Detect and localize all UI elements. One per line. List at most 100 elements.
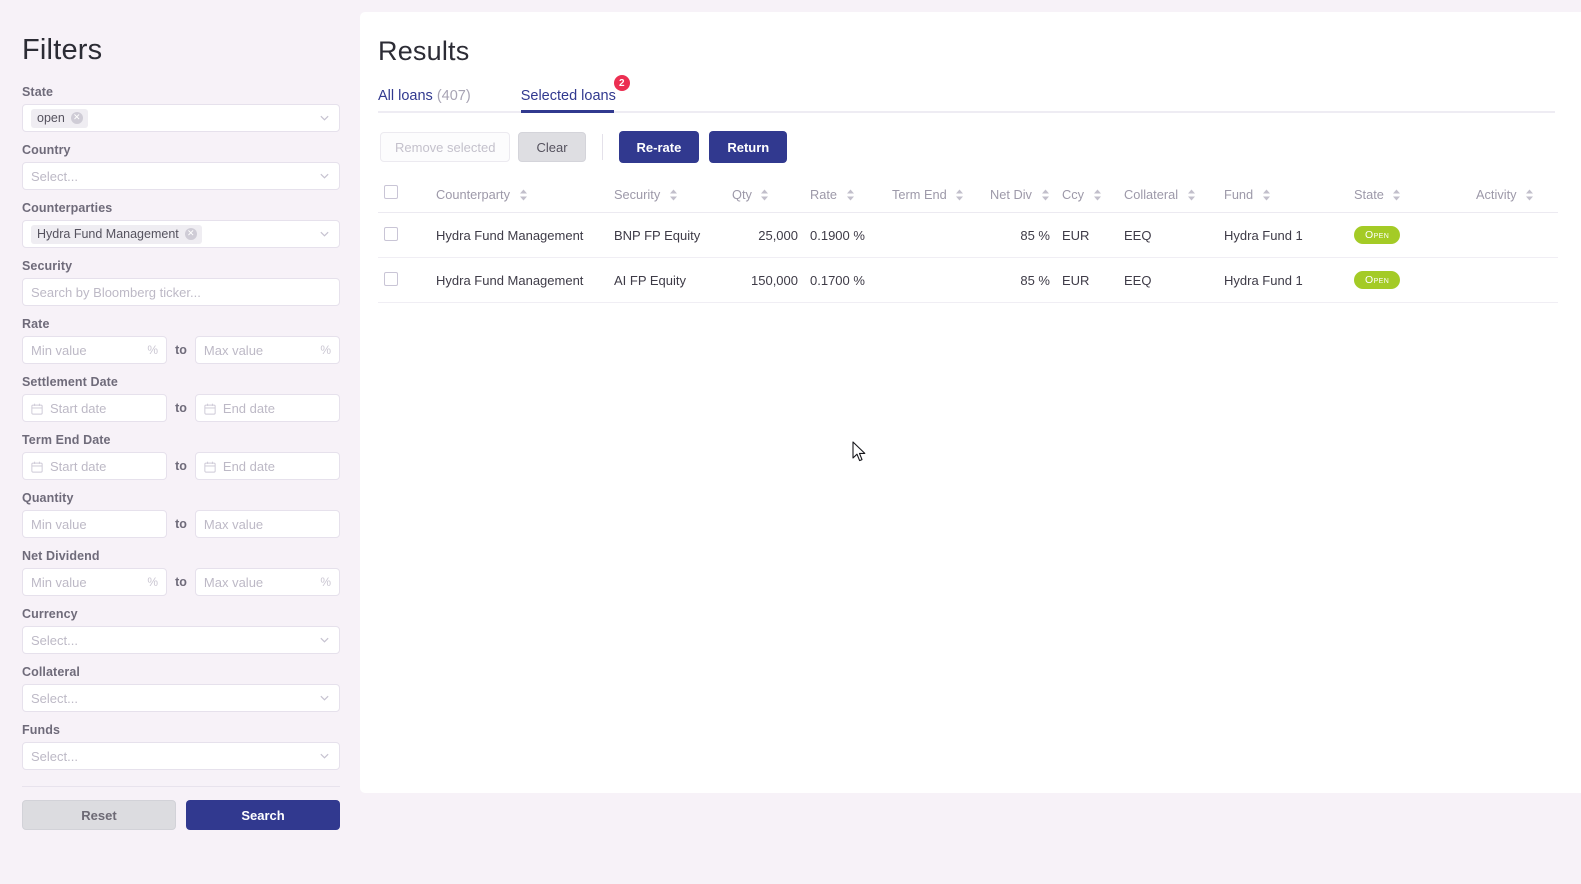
percent-suffix: % — [147, 343, 159, 357]
quantity-max-input[interactable]: Max value — [194, 510, 340, 538]
filter-field-term-end-date: Term End Date Start date to End date — [22, 433, 340, 480]
col-collateral-label: Collateral — [1124, 187, 1179, 202]
cell-net-div: 85 % — [984, 257, 1056, 303]
remove-chip-icon[interactable]: ✕ — [70, 112, 83, 124]
cell-ccy: EUR — [1056, 257, 1118, 303]
field-label-rate: Rate — [22, 317, 50, 331]
range-to-label: to — [175, 575, 187, 589]
counterparty-chip-label: Hydra Fund Management — [37, 227, 179, 241]
cell-term-end — [886, 212, 984, 258]
settlement-end-date-input[interactable]: End date — [194, 394, 340, 422]
quantity-min-input[interactable]: Min value — [22, 510, 168, 538]
cell-fund: Hydra Fund 1 — [1218, 212, 1348, 258]
re-rate-button[interactable]: Re-rate — [618, 131, 700, 163]
col-select-all — [378, 179, 430, 213]
calendar-icon — [204, 402, 216, 415]
table-header-row: Counterparty Security Qty Rate Term End … — [378, 179, 1558, 213]
results-action-bar: Remove selected Clear Re-rate Return — [380, 131, 1555, 163]
tab-all-loans-count: (407) — [436, 88, 471, 104]
results-tabs: All loans (407) Selected loans 2 — [378, 75, 1555, 113]
term-end-end-placeholder: End date — [222, 458, 275, 474]
security-input-wrap[interactable]: Search by Bloomberg ticker... — [22, 278, 340, 306]
tab-all-loans[interactable]: All loans (407) — [378, 88, 479, 111]
application-window: Filters State open ✕ Country Select... C… — [0, 0, 1581, 884]
cell-qty: 25,000 — [726, 212, 804, 258]
tab-selected-loans[interactable]: Selected loans 2 — [520, 75, 630, 113]
calendar-icon — [204, 460, 216, 473]
sort-icon — [760, 189, 769, 201]
col-term-end[interactable]: Term End — [886, 179, 984, 213]
table-header: Counterparty Security Qty Rate Term End … — [378, 179, 1558, 213]
cell-activity — [1470, 257, 1558, 303]
counterparty-chip-hydra[interactable]: Hydra Fund Management ✕ — [31, 224, 202, 244]
country-select[interactable]: Select... — [22, 162, 340, 190]
funds-select[interactable]: Select... — [22, 742, 340, 770]
field-label-security: Security — [22, 259, 73, 273]
currency-select[interactable]: Select... — [22, 626, 340, 654]
filter-field-quantity: Quantity Min value to Max value — [22, 491, 340, 538]
field-label-term-end-date: Term End Date — [22, 433, 111, 447]
field-label-funds: Funds — [22, 723, 60, 737]
col-ccy[interactable]: Ccy — [1056, 179, 1118, 213]
collateral-select[interactable]: Select... — [22, 684, 340, 712]
rate-max-input[interactable]: Max value % — [194, 336, 340, 364]
return-button[interactable]: Return — [709, 131, 788, 163]
cell-term-end — [886, 257, 984, 303]
state-select[interactable]: open ✕ — [22, 104, 340, 132]
net-dividend-max-placeholder: Max value — [203, 574, 264, 590]
col-counterparty[interactable]: Counterparty — [430, 179, 608, 213]
col-collateral[interactable]: Collateral — [1118, 179, 1218, 213]
col-state-label: State — [1354, 187, 1384, 202]
table-row[interactable]: Hydra Fund Management BNP FP Equity 25,0… — [378, 212, 1558, 258]
col-fund[interactable]: Fund — [1218, 179, 1348, 213]
col-security[interactable]: Security — [608, 179, 726, 213]
net-dividend-min-input[interactable]: Min value % — [22, 568, 168, 596]
sort-icon — [1187, 189, 1196, 201]
rate-min-input[interactable]: Min value % — [22, 336, 168, 364]
col-activity-label: Activity — [1476, 187, 1517, 202]
table-body: Hydra Fund Management BNP FP Equity 25,0… — [378, 212, 1558, 303]
row-checkbox[interactable] — [384, 226, 398, 241]
filter-field-rate: Rate Min value % to Max value % — [22, 317, 340, 364]
settlement-start-date-input[interactable]: Start date — [22, 394, 168, 422]
col-net-div[interactable]: Net Div — [984, 179, 1056, 213]
filter-field-state: State open ✕ — [22, 85, 340, 132]
range-to-label: to — [175, 401, 187, 415]
cell-counterparty: Hydra Fund Management — [430, 212, 608, 258]
field-label-state: State — [22, 85, 54, 99]
field-label-quantity: Quantity — [22, 491, 74, 505]
search-button[interactable]: Search — [186, 800, 340, 830]
percent-suffix: % — [320, 575, 331, 589]
cell-rate: 0.1900 % — [804, 212, 886, 258]
col-qty[interactable]: Qty — [726, 179, 804, 213]
net-dividend-max-input[interactable]: Max value % — [194, 568, 340, 596]
field-label-net-dividend: Net Dividend — [22, 549, 100, 563]
percent-suffix: % — [147, 575, 159, 589]
col-state[interactable]: State — [1348, 179, 1470, 213]
term-end-start-date-input[interactable]: Start date — [22, 452, 168, 480]
select-all-checkbox[interactable] — [384, 185, 398, 199]
field-label-currency: Currency — [22, 607, 78, 621]
rate-min-placeholder: Min value — [31, 342, 87, 358]
state-badge-open: Open — [1354, 226, 1401, 244]
clear-button[interactable]: Clear — [518, 132, 586, 162]
filters-title: Filters — [22, 34, 103, 66]
reset-button[interactable]: Reset — [22, 800, 176, 830]
col-counterparty-label: Counterparty — [436, 187, 510, 202]
remove-selected-button[interactable]: Remove selected — [380, 132, 511, 162]
filter-field-security: Security Search by Bloomberg ticker... — [22, 259, 340, 306]
row-checkbox[interactable] — [384, 271, 398, 286]
term-end-end-date-input[interactable]: End date — [194, 452, 340, 480]
filter-field-settlement-date: Settlement Date Start date to End date — [22, 375, 340, 422]
col-rate[interactable]: Rate — [804, 179, 886, 213]
state-chip-open[interactable]: open ✕ — [31, 108, 88, 128]
col-activity[interactable]: Activity — [1470, 179, 1558, 213]
remove-chip-icon[interactable]: ✕ — [184, 228, 197, 240]
sort-icon — [1525, 189, 1534, 201]
state-chip-label: open — [37, 111, 65, 125]
cell-security: BNP FP Equity — [608, 212, 726, 258]
table-row[interactable]: Hydra Fund Management AI FP Equity 150,0… — [378, 257, 1558, 303]
counterparties-select[interactable]: Hydra Fund Management ✕ — [22, 220, 340, 248]
col-qty-label: Qty — [732, 187, 752, 202]
cell-qty: 150,000 — [726, 257, 804, 303]
